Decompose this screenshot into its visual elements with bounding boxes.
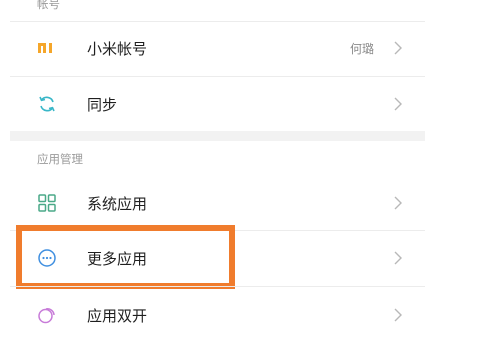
mi-logo-icon: [38, 43, 52, 53]
settings-item-sync[interactable]: 同步: [10, 78, 425, 130]
dual-apps-icon: [38, 308, 55, 324]
grid-apps-icon: [38, 194, 56, 212]
chevron-right-icon: [394, 308, 402, 322]
chevron-right-icon: [394, 97, 402, 111]
chevron-right-icon: [394, 251, 402, 265]
settings-item-system-apps[interactable]: 系统应用: [10, 177, 425, 229]
settings-item-label: 同步: [87, 95, 118, 114]
highlight-box: [16, 225, 235, 289]
settings-item-value: 何璐: [349, 41, 374, 56]
settings-item-label: 系统应用: [87, 194, 148, 213]
chevron-right-icon: [394, 41, 402, 55]
sync-icon: [39, 96, 55, 112]
chevron-right-icon: [394, 196, 402, 210]
divider: [10, 76, 425, 77]
settings-item-label: 小米帐号: [87, 39, 148, 58]
settings-item-dual-apps[interactable]: 应用双开: [10, 289, 425, 341]
settings-item-mi-account[interactable]: 小米帐号 何璐: [10, 22, 425, 74]
section-header-account: 帐号: [37, 0, 60, 11]
section-header-app-management: 应用管理: [37, 152, 83, 166]
settings-item-label: 应用双开: [87, 306, 148, 325]
section-separator: [10, 131, 425, 141]
divider: [10, 286, 425, 287]
